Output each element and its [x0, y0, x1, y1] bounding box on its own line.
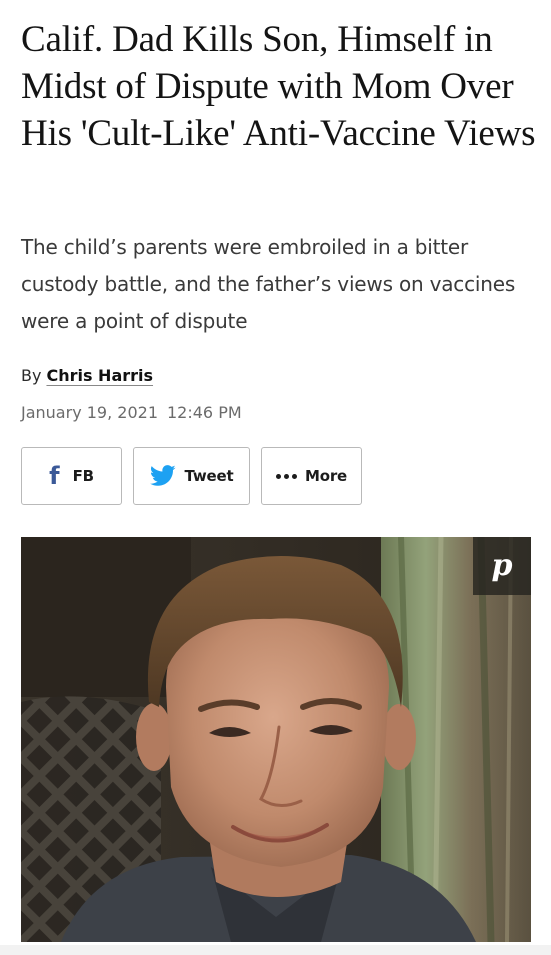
article: Calif. Dad Kills Son, Himself in Midst o…: [0, 0, 551, 955]
publish-date-value: January 19, 2021: [21, 403, 158, 422]
tweet-button[interactable]: Tweet: [133, 447, 250, 505]
facebook-share-label: FB: [72, 467, 94, 485]
page-bottom-divider: [0, 945, 551, 955]
byline-prefix: By: [21, 366, 42, 385]
facebook-icon: f: [49, 462, 60, 490]
author-link[interactable]: Chris Harris: [46, 366, 153, 385]
portrait-image: [21, 537, 531, 942]
article-photo: p: [21, 537, 531, 942]
byline: By Chris Harris: [21, 364, 153, 388]
publish-time-value: 12:46 PM: [167, 403, 242, 422]
headline: Calif. Dad Kills Son, Himself in Midst o…: [21, 19, 536, 154]
article-dek: The child’s parents were embroiled in a …: [21, 235, 516, 333]
twitter-bird-icon: [149, 465, 176, 486]
more-label: More: [304, 467, 347, 485]
pinterest-save-button[interactable]: p: [473, 537, 531, 595]
pinterest-icon: p: [491, 548, 513, 583]
ellipsis-icon: [275, 473, 297, 479]
more-share-button[interactable]: More: [261, 447, 362, 505]
publish-date: January 19, 2021 12:46 PM: [21, 401, 242, 425]
facebook-share-button[interactable]: f FB: [21, 447, 122, 505]
tweet-label: Tweet: [184, 467, 234, 485]
